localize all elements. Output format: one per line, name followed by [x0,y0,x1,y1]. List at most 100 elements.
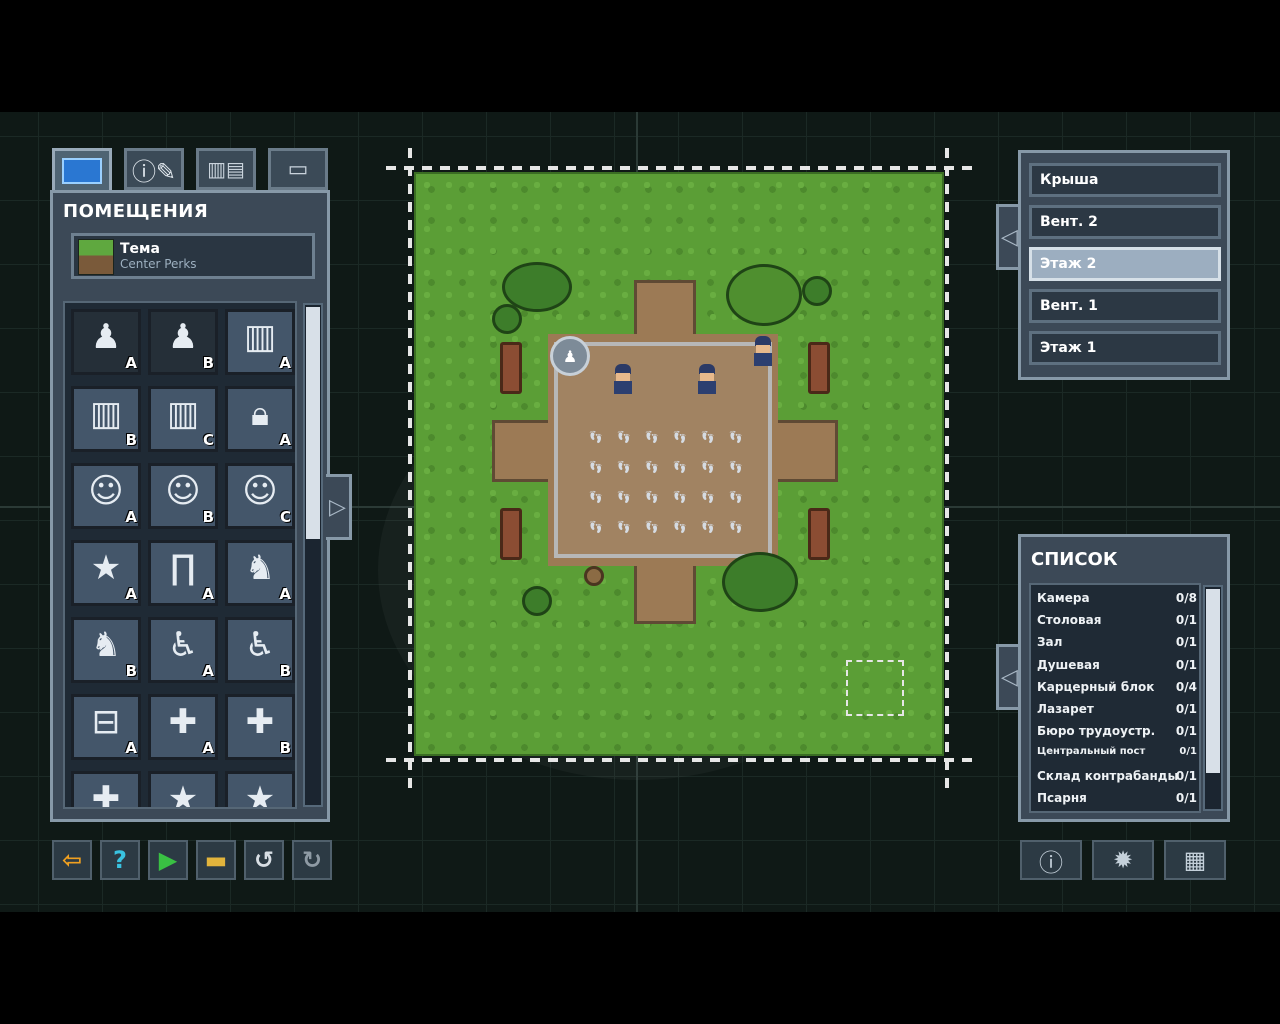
room-list-item[interactable]: Столовая 0/1 [1037,613,1197,633]
room-list-name: Склад контрабанды [1037,768,1179,783]
room-list-scrollbar[interactable] [1203,585,1223,811]
tab-info[interactable]: ⓘ✎ [124,148,184,190]
room-list-item[interactable]: Бюро трудоустр. 0/1 [1037,724,1197,744]
room-slot[interactable]: ☺ A [71,463,141,529]
bars-icon: ▭ [287,156,309,182]
room-list-name: Камера [1037,591,1090,605]
room-list-item[interactable]: Склад контрабанды 0/1 [1037,769,1197,789]
bench[interactable] [500,508,522,560]
room-slot[interactable]: ∏ A [148,540,218,606]
room-variant-label: A [125,739,137,757]
room-list-name: Псарня [1037,790,1087,805]
room-slot[interactable]: ♿︎ A [148,617,218,683]
yard-room-icon[interactable]: ♟ [550,336,590,376]
room-list-item[interactable]: Псарня 0/1 [1037,791,1197,811]
rooms-scrollbar[interactable] [303,303,323,807]
room-slot[interactable]: ✚ A [148,694,218,760]
bench[interactable] [808,508,830,560]
floor-button[interactable]: Этаж 2 [1029,247,1221,281]
room-slot[interactable]: ▥ C [148,386,218,452]
floor-button[interactable]: Крыша [1029,163,1221,197]
theme-label: Тема [120,241,160,257]
floor-button[interactable]: Этаж 1 [1029,331,1221,365]
exit-button[interactable]: ⇦ [52,840,92,880]
undo-button[interactable]: ↺ [244,840,284,880]
theme-selector[interactable]: Тема Center Perks [71,233,315,279]
room-variant-label: A [202,662,214,680]
info-button[interactable]: ⓘ [1020,840,1082,880]
room-slot[interactable]: ⊟ A [71,694,141,760]
room-variant-label: A [279,431,291,449]
open-button[interactable]: ▬ [196,840,236,880]
room-list-item[interactable]: Лазарет 0/1 [1037,702,1197,722]
room-list-item[interactable]: Карцерный блок 0/4 [1037,680,1197,700]
play-button[interactable]: ▶ [148,840,188,880]
grid-button[interactable]: ▦ [1164,840,1226,880]
tab-misc[interactable]: ▭ [268,148,328,190]
room-slot[interactable]: ♞ A [225,540,295,606]
floor-button[interactable]: Вент. 2 [1029,205,1221,239]
room-slot[interactable]: ☺ C [225,463,295,529]
guard-npc[interactable] [612,364,634,394]
settings-button[interactable]: ✹ [1092,840,1154,880]
room-slot[interactable]: ▥ A [225,309,295,375]
chevron-left-icon: ◁ [1001,224,1018,250]
room-list-count: 0/1 [1175,790,1197,805]
room-variant-label: B [202,508,214,526]
footprint-marker: 👣︎ [700,520,716,534]
footprint-marker: 👣︎ [700,460,716,474]
tab-objects[interactable]: ▥▤ [196,148,256,190]
room-list-item[interactable]: Зал 0/1 [1037,635,1197,655]
footprint-marker: 👣︎ [644,460,660,474]
room-list-count: 0/1 [1175,635,1197,650]
map-boundary-bottom [386,758,972,762]
room-variant-label: C [202,431,214,449]
rooms-panel-expand[interactable]: ▷ [326,474,352,540]
room-slot[interactable]: ▥ B [71,386,141,452]
guard-npc[interactable] [752,336,774,366]
room-list-item[interactable]: Душевая 0/1 [1037,658,1197,678]
info-pencil-icon: ⓘ✎ [131,157,177,186]
room-slot[interactable]: ✚ B [225,694,295,760]
room-slot[interactable]: ♟ B [148,309,218,375]
room-variant-label: C [279,508,291,526]
room-list-name: Лазарет [1037,702,1094,716]
redo-icon: ↻ [301,846,323,874]
star-icon: ★ [167,779,199,809]
tree [492,304,522,334]
rooms-scroll-thumb[interactable] [306,307,320,539]
room-slot[interactable]: ★ [225,771,295,807]
room-slot[interactable]: ★ A [71,540,141,606]
room-slot[interactable]: ♟ A [71,309,141,375]
list-panel-collapse[interactable]: ◁ [996,644,1020,710]
tree [802,276,832,306]
footprint-marker: 👣︎ [644,490,660,504]
guard-npc[interactable] [696,364,718,394]
room-list-item[interactable]: Центральный пост 0/1 [1037,746,1197,766]
bench[interactable] [808,342,830,394]
footprint-marker: 👣︎ [672,520,688,534]
exit-icon: ⇦ [61,846,83,874]
room-slot[interactable]: ♿︎ B [225,617,295,683]
room-list-panel: СПИСОК Камера 0/8 Столовая 0/1 Зал 0/1 Душевая… [1018,534,1230,822]
placement-cursor[interactable] [846,660,904,716]
room-list-scroll-thumb[interactable] [1206,589,1220,773]
footprint-marker: 👣︎ [728,490,744,504]
room-variant-label: A [202,585,214,603]
floor-button[interactable]: Вент. 1 [1029,289,1221,323]
room-slot[interactable]: ♞ B [71,617,141,683]
room-slot[interactable]: 🔒︎ A [225,386,295,452]
floors-panel-collapse[interactable]: ◁ [996,204,1020,270]
redo-button[interactable]: ↻ [292,840,332,880]
room-slot[interactable]: ★ [148,771,218,809]
bench[interactable] [500,342,522,394]
room-slot[interactable]: ☺ B [148,463,218,529]
inmate-group-icon: ♟ [562,346,578,366]
tab-rooms[interactable] [52,148,112,194]
footprint-marker: 👣︎ [616,430,632,444]
help-button[interactable]: ? [100,840,140,880]
footprint-marker: 👣︎ [588,520,604,534]
room-variant-label: B [125,431,137,449]
room-list-item[interactable]: Камера 0/8 [1037,591,1197,611]
room-slot[interactable]: ✚ [71,771,141,807]
